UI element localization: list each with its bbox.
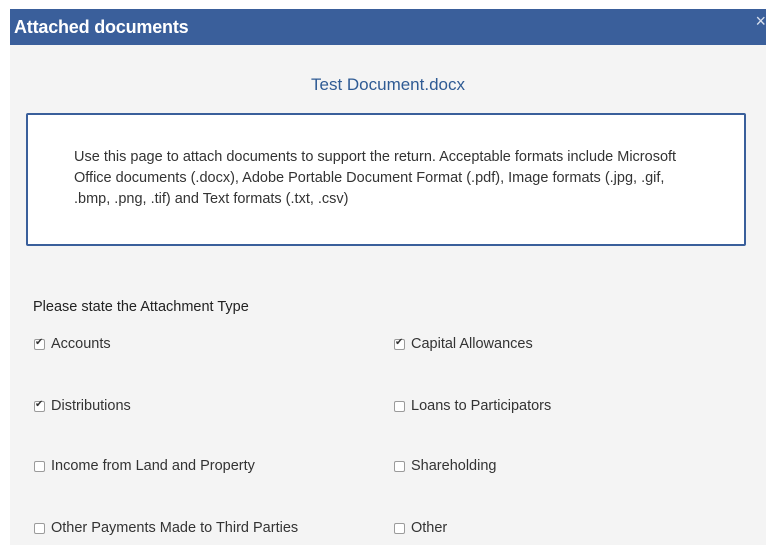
loans-to-participators-label: Loans to Participators: [411, 398, 552, 414]
shareholding-label: Shareholding: [411, 458, 497, 474]
income-from-land-checkbox[interactable]: [34, 460, 45, 472]
distributions-label: Distributions: [51, 398, 131, 414]
capital-allowances-checkbox[interactable]: [394, 337, 405, 350]
other-payments-checkbox[interactable]: [34, 522, 45, 534]
loans-to-participators-checkbox[interactable]: [394, 400, 405, 412]
accounts-checkbox[interactable]: [34, 337, 45, 350]
income-from-land-label: Income from Land and Property: [51, 458, 255, 474]
capital-allowances-label: Capital Allowances: [411, 336, 533, 352]
dialog-titlebar: Attached documents ×: [10, 9, 766, 45]
option-accounts[interactable]: Accounts: [34, 336, 111, 352]
accounts-label: Accounts: [51, 336, 111, 352]
document-name: Test Document.docx: [310, 75, 465, 94]
attached-documents-dialog: Attached documents × Test Document.docx …: [10, 9, 766, 545]
option-shareholding[interactable]: Shareholding: [394, 458, 496, 474]
option-other[interactable]: Other: [394, 520, 447, 536]
dialog-title: Attached documents: [14, 17, 189, 37]
distributions-checkbox[interactable]: [34, 399, 45, 412]
other-payments-label: Other Payments Made to Third Parties: [51, 520, 299, 536]
info-box: Use this page to attach documents to sup…: [26, 113, 746, 246]
attachment-type-heading: Please state the Attachment Type: [33, 299, 249, 315]
other-label: Other: [411, 520, 448, 536]
option-income-from-land-and-property[interactable]: Income from Land and Property: [34, 458, 255, 474]
option-capital-allowances[interactable]: Capital Allowances: [394, 336, 533, 352]
option-loans-to-participators[interactable]: Loans to Participators: [394, 398, 551, 414]
info-text: Use this page to attach documents to sup…: [74, 149, 677, 207]
screen: Attached documents × Test Document.docx …: [0, 0, 766, 545]
other-checkbox[interactable]: [394, 522, 405, 534]
shareholding-checkbox[interactable]: [394, 460, 405, 472]
option-other-payments[interactable]: Other Payments Made to Third Parties: [34, 520, 298, 536]
close-icon[interactable]: ×: [755, 12, 766, 30]
option-distributions[interactable]: Distributions: [34, 398, 131, 414]
